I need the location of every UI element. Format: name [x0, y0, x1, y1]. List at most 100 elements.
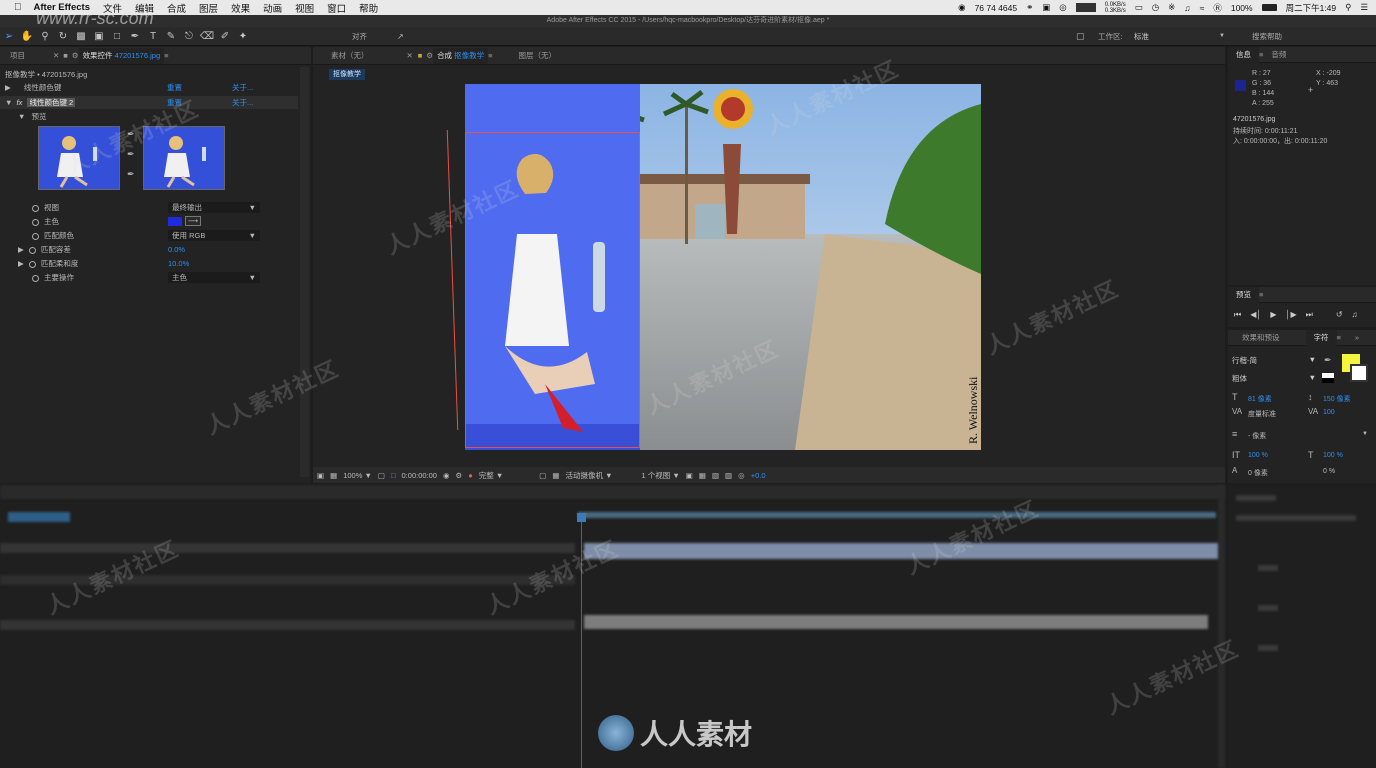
lock-icon[interactable]: ■ [418, 51, 423, 60]
eyedropper-plus-icon[interactable]: ✒ [127, 149, 135, 160]
stopwatch-icon[interactable] [28, 246, 36, 254]
stopwatch-icon[interactable] [32, 232, 39, 240]
menu-effect[interactable]: 效果 [231, 1, 250, 15]
notification-icon[interactable]: ☰ [1360, 2, 1368, 13]
font-family-dropdown[interactable]: 行楷-简 ▼ [1232, 355, 1316, 366]
effect-row-1[interactable]: ▶ 线性颜色键 重置 关于... [0, 81, 298, 94]
scrollbar[interactable] [300, 67, 309, 477]
exposure-value[interactable]: +0.0 [751, 471, 766, 480]
first-frame-icon[interactable]: ⏮ [1234, 310, 1241, 320]
record-icon[interactable]: ◉ [958, 2, 965, 13]
panel-menu-icon[interactable]: ≡ [164, 51, 168, 60]
tab-info[interactable]: 信息 [1228, 46, 1259, 63]
panel-menu-icon[interactable]: ≡ [488, 51, 492, 60]
last-frame-icon[interactable]: ⏭ [1306, 310, 1313, 320]
play-icon[interactable]: ▶ [1270, 310, 1276, 320]
reset-button[interactable]: 重置 [167, 81, 182, 94]
panel-menu-icon[interactable]: ≡ [1259, 290, 1263, 299]
clone-tool-icon[interactable]: ⎋ [180, 28, 198, 44]
fast-preview-icon[interactable]: ▨ [725, 471, 732, 480]
time-ruler[interactable] [578, 512, 1216, 518]
bike-icon[interactable]: ⚭ [1026, 2, 1033, 13]
snapshot-icon[interactable]: ◉ [443, 471, 450, 480]
channel-icon[interactable]: ● [468, 471, 473, 480]
menu-view[interactable]: 视图 [295, 1, 314, 15]
status-numbers[interactable]: 76 74 4645 [975, 3, 1018, 13]
tab-effects-presets[interactable]: 效果和预设 [1234, 330, 1288, 346]
leading-value[interactable]: 150 像素 [1323, 394, 1351, 404]
baseline-value[interactable]: 0 像素 [1248, 468, 1268, 478]
clock[interactable]: 周二下午1:49 [1286, 2, 1337, 14]
key-operation-dropdown[interactable]: 主色 ▼ [168, 272, 260, 283]
bluetooth-icon[interactable]: ※ [1168, 2, 1175, 13]
stopwatch-icon[interactable] [32, 274, 39, 282]
rotate-tool-icon[interactable]: ↻ [54, 28, 72, 44]
mask-icon[interactable]: □ [391, 471, 396, 480]
about-button[interactable]: 关于... [232, 81, 253, 94]
tab-preview[interactable]: 预览 [1228, 286, 1259, 303]
tab-project[interactable]: 项目 [0, 48, 35, 64]
tsume-value[interactable]: 0 % [1323, 468, 1335, 475]
search-help-input[interactable]: 搜索帮助 [1252, 31, 1282, 42]
close-icon[interactable]: ✕ [407, 51, 413, 60]
eraser-tool-icon[interactable]: ⌫ [198, 28, 216, 44]
tolerance-value[interactable]: 0.0% [168, 243, 185, 256]
audio-icon[interactable]: ♫ [1352, 310, 1358, 320]
param-key-color[interactable]: 主色 ⟶ [0, 215, 298, 228]
stopwatch-icon[interactable] [28, 260, 36, 268]
layer-row[interactable] [0, 543, 575, 553]
next-frame-icon[interactable]: │▶ [1286, 310, 1297, 320]
zoom-dropdown[interactable]: 100% ▼ [343, 471, 372, 480]
expand-arrow-icon[interactable]: ▼ [5, 98, 12, 107]
transparency-grid-icon[interactable]: ▦ [552, 471, 559, 480]
battery-label[interactable]: 100% [1231, 3, 1253, 13]
expand-arrow-icon[interactable]: ▶ [18, 245, 24, 254]
menu-composition[interactable]: 合成 [167, 1, 186, 15]
playhead[interactable] [581, 515, 582, 768]
horizontal-scale-value[interactable]: 100 % [1323, 452, 1343, 459]
reset-button[interactable]: 重置 [167, 96, 182, 109]
lens-icon[interactable]: ◎ [1059, 2, 1066, 13]
layer-row[interactable] [0, 620, 575, 630]
current-time[interactable]: 0:00:00:00 [402, 471, 437, 480]
tracking-value[interactable]: 100 [1323, 409, 1335, 416]
tab-effect-controls[interactable]: 效果控件 47201576.jpg [78, 47, 165, 64]
align-label[interactable]: 对齐 [352, 31, 367, 42]
layer-bar[interactable] [584, 543, 1220, 559]
layer-bar[interactable] [584, 615, 1208, 629]
flowchart-icon[interactable]: ▧ [712, 471, 719, 480]
input-source-icon[interactable]: Ⓡ [1213, 2, 1222, 14]
vertical-scale-value[interactable]: 100 % [1248, 452, 1268, 459]
screen-icon[interactable] [1075, 3, 1096, 12]
apple-icon[interactable]:  [14, 2, 22, 13]
grid-icon[interactable]: ▦ [330, 471, 337, 480]
volume-icon[interactable]: ♫ [1184, 3, 1190, 13]
always-preview-icon[interactable]: ▣ [317, 471, 324, 480]
puppet-tool-icon[interactable]: ✦ [234, 28, 252, 44]
eyedropper-icon[interactable]: ✒ [127, 129, 135, 140]
match-colors-dropdown[interactable]: 使用 RGB ▼ [168, 230, 260, 241]
stroke-width-value[interactable]: - 像素 [1248, 431, 1266, 441]
camera-dropdown[interactable]: 活动摄像机 ▼ [565, 470, 635, 481]
zoom-tool-icon[interactable]: ⚲ [36, 28, 54, 44]
prev-frame-icon[interactable]: ◀│ [1250, 310, 1261, 320]
black-white-swatch[interactable] [1322, 373, 1334, 383]
layer-bounding-box[interactable] [465, 132, 640, 448]
softness-value[interactable]: 10.0% [168, 257, 189, 270]
menu-animation[interactable]: 动画 [263, 1, 282, 15]
workspace-select[interactable]: 标准 [1134, 31, 1149, 42]
eyedropper-icon[interactable]: ⟶ [185, 216, 201, 226]
pen-tool-icon[interactable]: ✒ [126, 28, 144, 44]
param-matching-tolerance[interactable]: ▶ 匹配容差 0.0% [0, 243, 298, 256]
network-speed[interactable]: 0.0KB/s 0.3KB/s [1105, 2, 1126, 14]
views-dropdown[interactable]: 1 个视图 ▼ [641, 470, 679, 481]
workspace-chevron-icon[interactable]: ▼ [1219, 33, 1225, 39]
panel-menu-icon[interactable]: ≡ [1337, 333, 1341, 342]
expand-arrow-icon[interactable]: ▼ [18, 112, 25, 121]
rectangle-tool-icon[interactable]: □ [108, 28, 126, 44]
tab-composition[interactable]: 合成 抠像教学 [433, 47, 489, 64]
monitor-icon[interactable]: ▣ [1042, 2, 1050, 13]
menu-layer[interactable]: 图层 [199, 1, 218, 15]
eyedropper-minus-icon[interactable]: ✒ [127, 169, 135, 180]
menu-help[interactable]: 帮助 [359, 1, 378, 15]
